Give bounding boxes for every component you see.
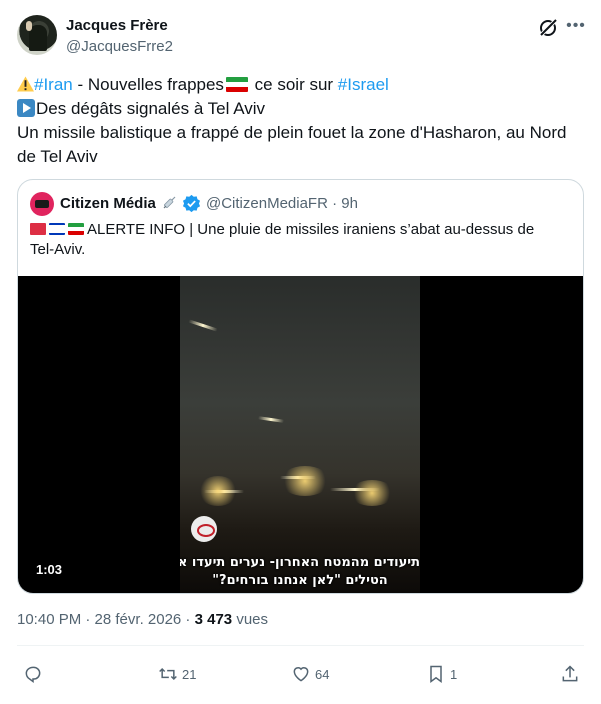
quoted-handle-time[interactable]: @CitizenMediaFR · 9h xyxy=(206,195,358,212)
tweet-line-2: Des dégâts signalés à Tel Aviv xyxy=(17,97,587,121)
syringe-icon xyxy=(163,196,176,209)
retweet-button[interactable]: 21 xyxy=(158,659,196,689)
retweet-icon xyxy=(159,667,177,681)
tweet-line-2-text: Des dégâts signalés à Tel Aviv xyxy=(36,99,266,118)
tweet-timestamp[interactable]: 10:40 PM · 28 févr. 2026 · 3 473 vues xyxy=(17,611,268,628)
action-bar: 21 64 1 xyxy=(0,659,601,689)
quoted-avatar[interactable] xyxy=(30,192,54,216)
more-icon[interactable]: ••• xyxy=(566,16,586,36)
tweet-line-3: Un missile balistique a frappé de plein … xyxy=(17,123,567,142)
tweet: Jacques Frère @JacquesFrre2 ••• #Iran - … xyxy=(0,0,601,704)
israel-flag-icon xyxy=(49,223,65,235)
video-caption-line-1: תיעודים מהמטח האחרון- נערים תיעדו את xyxy=(180,555,420,570)
views-count: 3 473 xyxy=(194,611,233,628)
city-light xyxy=(198,476,238,506)
video-frame: תיעודים מהמטח האחרון- נערים תיעדו את הטי… xyxy=(180,276,420,593)
views-label: vues xyxy=(232,611,269,628)
tweet-text: #Iran - Nouvelles frappes ce soir sur #I… xyxy=(17,73,587,169)
verified-icon xyxy=(182,194,201,213)
hashtag-iran[interactable]: #Iran xyxy=(34,75,73,94)
bookmark-icon xyxy=(430,665,442,683)
quoted-display-name[interactable]: Citizen Média xyxy=(60,195,156,212)
grok-icon[interactable] xyxy=(538,18,558,38)
tweet-line-1-text-b: ce soir sur xyxy=(249,75,338,94)
alarm-emoji-icon xyxy=(30,223,46,235)
author-display-name[interactable]: Jacques Frère xyxy=(66,17,168,34)
channel-watermark-logo xyxy=(191,516,217,542)
tweet-line-4: de Tel Aviv xyxy=(17,147,98,166)
video-caption-line-2: הטילים "לאן אנחנו בורחים?" xyxy=(212,573,388,588)
iran-flag-small-icon xyxy=(68,223,84,235)
tweet-line-1-text-a: - Nouvelles frappes xyxy=(72,75,224,94)
divider xyxy=(17,645,584,646)
timestamp-text: 10:40 PM · 28 févr. 2026 · xyxy=(17,611,195,628)
city-light xyxy=(280,466,330,496)
author-handle[interactable]: @JacquesFrre2 xyxy=(66,38,173,55)
city-light xyxy=(350,480,394,506)
author-avatar[interactable] xyxy=(17,15,57,55)
bookmark-count: 1 xyxy=(450,666,458,682)
video-duration: 1:03 xyxy=(30,560,69,579)
share-icon xyxy=(562,665,578,682)
hashtag-israel[interactable]: #Israel xyxy=(338,75,389,94)
warning-emoji-icon xyxy=(17,76,34,92)
share-button[interactable] xyxy=(560,659,580,689)
bookmark-button[interactable]: 1 xyxy=(426,659,457,689)
missile-streak xyxy=(188,319,218,332)
quoted-text-line-2: Tel-Aviv. xyxy=(30,241,86,258)
like-icon xyxy=(293,667,309,682)
avatar-hand xyxy=(26,21,32,31)
iran-flag-icon xyxy=(225,77,248,92)
like-button[interactable]: 64 xyxy=(291,659,329,689)
video-player[interactable]: תיעודים מהמטח האחרון- נערים תיעדו את הטי… xyxy=(18,276,583,593)
quoted-text-line-1: ALERTE INFO | Une pluie de missiles iran… xyxy=(87,221,535,238)
quoted-text: ALERTE INFO | Une pluie de missiles iran… xyxy=(30,220,570,260)
play-button-emoji-icon xyxy=(17,99,35,117)
retweet-count: 21 xyxy=(182,666,197,682)
like-count: 64 xyxy=(315,666,330,682)
reply-button[interactable] xyxy=(23,659,47,689)
reply-icon xyxy=(25,666,41,683)
quoted-tweet[interactable]: Citizen Média @CitizenMediaFR · 9h ALERT… xyxy=(17,179,584,594)
missile-streak xyxy=(257,416,285,423)
tweet-line-1: #Iran - Nouvelles frappes ce soir sur #I… xyxy=(17,73,587,97)
